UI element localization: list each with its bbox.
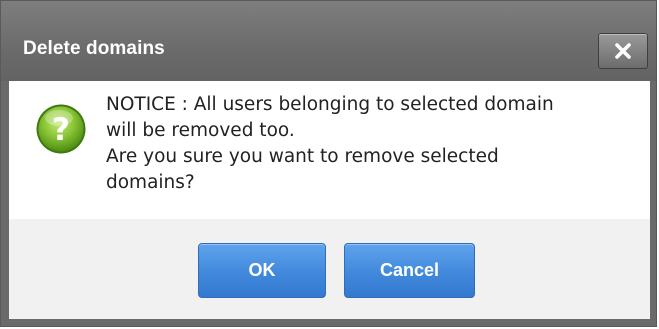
delete-domains-dialog: Delete domains ? NOTICE : All users belo… [0,0,657,327]
dialog-title: Delete domains [23,38,165,59]
dialog-footer: OK Cancel [9,219,650,319]
close-button[interactable] [598,33,648,69]
svg-text:?: ? [52,112,70,148]
message-line: NOTICE : All users belonging to selected… [106,94,554,115]
dialog-body: ? NOTICE : All users belonging to select… [9,81,650,219]
close-icon [615,43,631,59]
ok-button[interactable]: OK [198,243,326,298]
dialog-message: NOTICE : All users belonging to selected… [106,92,646,196]
message-line: domains? [106,172,195,193]
message-line: Are you sure you want to remove selected [106,146,499,167]
question-icon: ? [36,104,86,154]
dialog-titlebar: Delete domains [1,1,656,81]
message-line: will be removed too. [106,120,295,141]
cancel-button[interactable]: Cancel [344,243,475,298]
